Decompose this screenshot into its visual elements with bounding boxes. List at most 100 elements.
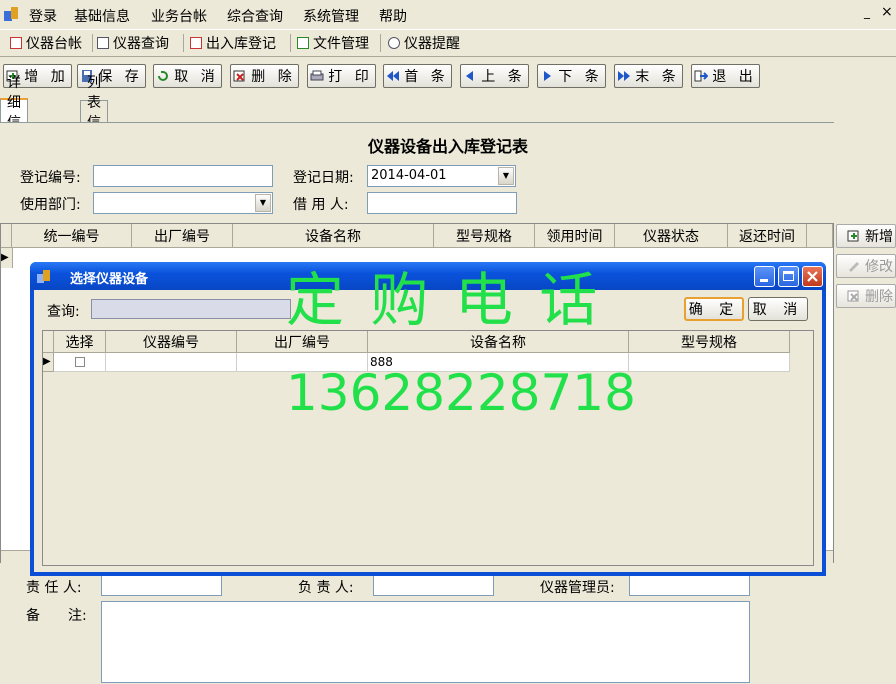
cancel-button[interactable]: 取 消 (153, 64, 222, 88)
row-checkbox[interactable] (75, 357, 85, 367)
col-status[interactable]: 仪器状态 (615, 224, 728, 248)
admin-label: 仪器管理员: (540, 580, 615, 596)
form-title: 仪器设备出入库登记表 (367, 137, 528, 156)
table-row-select-cell[interactable] (54, 353, 106, 372)
grid-delete-button[interactable]: 删除 (836, 284, 896, 308)
chevron-down-icon[interactable]: ▼ (498, 167, 514, 185)
admin-input[interactable] (629, 574, 750, 596)
delete-icon (233, 70, 245, 82)
nav-file-management[interactable]: 文件管理 (297, 33, 369, 53)
last-record-button[interactable]: 末 条 (614, 64, 683, 88)
dialog-minimize-button[interactable] (754, 266, 775, 287)
ledger-icon (10, 37, 22, 49)
nav-separator (380, 34, 381, 52)
register-icon (190, 37, 202, 49)
first-label: 首 条 (404, 69, 449, 85)
prev-record-button[interactable]: 上 条 (460, 64, 529, 88)
minimize-icon (760, 279, 768, 282)
col-model[interactable]: 型号规格 (434, 224, 535, 248)
col-factory-no[interactable]: 出厂编号 (132, 224, 233, 248)
print-label: 打 印 (328, 69, 373, 85)
delete-button[interactable]: 删 除 (230, 64, 299, 88)
next-label: 下 条 (558, 69, 603, 85)
nav-label: 仪器查询 (113, 36, 169, 52)
col-filler (807, 224, 833, 248)
tab-list[interactable]: 列表信息 (80, 75, 108, 151)
menu-system[interactable]: 系统管理 (303, 6, 359, 26)
manager-input[interactable] (373, 574, 494, 596)
col-model[interactable]: 型号规格 (629, 331, 790, 353)
query-label: 查询: (47, 304, 80, 320)
nav-label: 仪器台帐 (26, 36, 82, 52)
print-button[interactable]: 打 印 (307, 64, 376, 88)
col-return-time[interactable]: 返还时间 (728, 224, 807, 248)
first-arrow-icon (387, 71, 400, 81)
exit-icon (694, 70, 709, 82)
menu-help[interactable]: 帮助 (379, 6, 407, 26)
col-receive-time[interactable]: 领用时间 (535, 224, 615, 248)
nav-instrument-reminder[interactable]: 仪器提醒 (388, 33, 460, 53)
nav-separator (290, 34, 291, 52)
nav-instrument-ledger[interactable]: 仪器台帐 (10, 33, 82, 53)
file-icon (297, 37, 309, 49)
exit-label: 退 出 (712, 69, 757, 85)
toolbar: 增 加 保 存 取 消 删 除 打 印 首 条 上 条 下 条 末 条 退 出 (0, 57, 896, 95)
col-select[interactable]: 选择 (54, 331, 106, 353)
query-input[interactable] (91, 299, 291, 319)
col-unified-no[interactable]: 统一编号 (12, 224, 132, 248)
remark-textarea[interactable] (101, 601, 750, 683)
reg-date-value: 2014-04-01 (371, 168, 447, 183)
nav-instrument-query[interactable]: 仪器查询 (97, 33, 169, 53)
dialog-ok-button[interactable]: 确 定 (684, 297, 744, 321)
next-arrow-icon (544, 71, 552, 81)
table-cell-instrument-no (106, 353, 237, 372)
info-icon (388, 37, 400, 49)
nav-inout-register[interactable]: 出入库登记 (190, 33, 276, 53)
reg-date-label: 登记日期: (293, 170, 354, 186)
chevron-down-icon[interactable]: ▼ (255, 194, 271, 212)
row-header-corner (43, 331, 54, 353)
watermark-phone-number: 13628228718 (286, 364, 636, 422)
menu-basic-info[interactable]: 基础信息 (74, 6, 130, 26)
grid-edit-button[interactable]: 修改 (836, 254, 896, 278)
grid-edit-label: 修改 (865, 259, 893, 275)
save-label: 保 存 (98, 69, 143, 85)
menu-bar: 登录 基础信息 业务台帐 综合查询 系统管理 帮助 _ × (0, 0, 896, 28)
dept-select[interactable]: ▼ (93, 192, 273, 214)
close-button[interactable]: × (881, 4, 893, 20)
nav-label: 文件管理 (313, 36, 369, 52)
menu-business-ledger[interactable]: 业务台帐 (151, 6, 207, 26)
cancel-label: 取 消 (174, 69, 219, 85)
tab-detail[interactable]: 详细信息 (0, 75, 28, 151)
exit-button[interactable]: 退 出 (691, 64, 760, 88)
undo-icon (158, 71, 169, 81)
reg-date-picker[interactable]: 2014-04-01 ▼ (367, 165, 516, 187)
next-record-button[interactable]: 下 条 (537, 64, 606, 88)
remark-label: 备 注: (26, 608, 87, 624)
edit-icon (849, 262, 859, 272)
nav-separator (92, 34, 93, 52)
search-icon (97, 37, 109, 49)
responsible-label: 责 任 人: (26, 580, 82, 596)
prev-arrow-icon (466, 71, 474, 81)
col-device-name[interactable]: 设备名称 (233, 224, 434, 248)
menu-login[interactable]: 登录 (29, 6, 57, 26)
row-header-corner (1, 224, 12, 248)
nav-separator (183, 34, 184, 52)
menu-query[interactable]: 综合查询 (227, 6, 283, 26)
add-label: 增 加 (24, 69, 69, 85)
borrower-input[interactable] (367, 192, 517, 214)
grid-add-label: 新增 (865, 229, 893, 245)
dialog-close-button[interactable] (802, 266, 823, 287)
minimize-button[interactable]: _ (864, 5, 870, 19)
reg-no-input[interactable] (93, 165, 273, 187)
dialog-cancel-button[interactable]: 取 消 (748, 297, 808, 321)
dialog-maximize-button[interactable] (778, 266, 799, 287)
prev-label: 上 条 (481, 69, 526, 85)
first-record-button[interactable]: 首 条 (383, 64, 452, 88)
responsible-input[interactable] (101, 574, 222, 596)
col-instrument-no[interactable]: 仪器编号 (106, 331, 237, 353)
table-cell-model (629, 353, 790, 372)
grid-add-button[interactable]: 新增 (836, 224, 896, 248)
maximize-icon (783, 271, 794, 281)
